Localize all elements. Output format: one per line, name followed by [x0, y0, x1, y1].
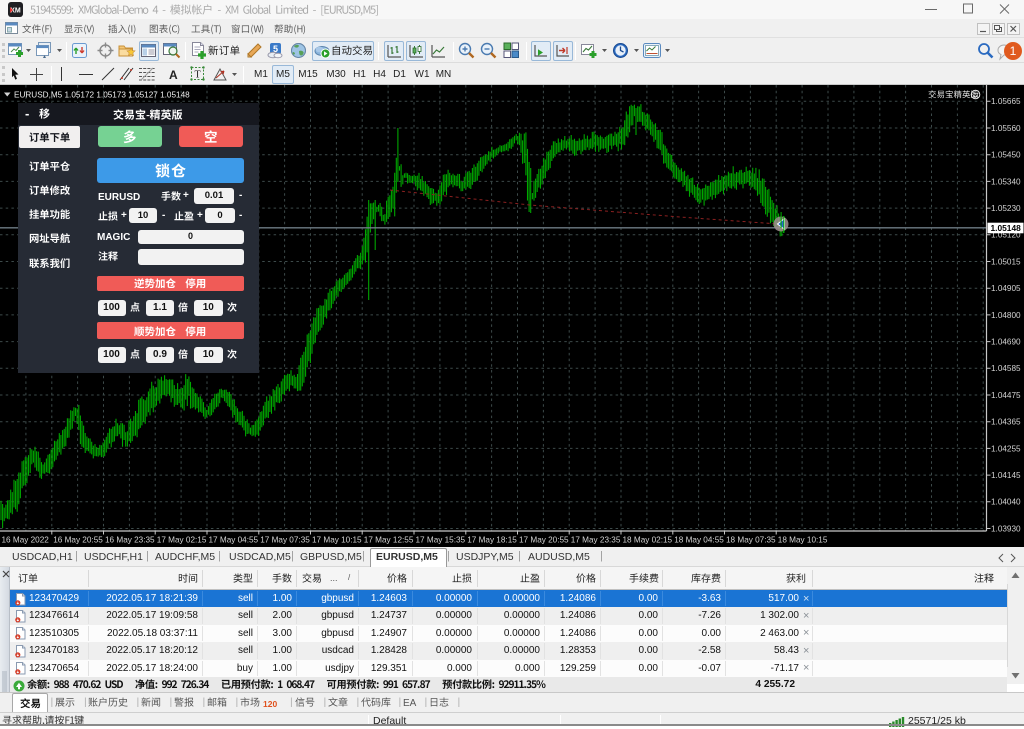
- svg-text:1.05665: 1.05665: [991, 97, 1021, 106]
- svg-text:18 May 10:15: 18 May 10:15: [778, 536, 828, 545]
- svg-text:1.05230: 1.05230: [991, 204, 1021, 213]
- svg-text:17 May 02:15: 17 May 02:15: [157, 536, 207, 545]
- svg-text:1.05450: 1.05450: [991, 151, 1021, 160]
- svg-text:16 May 2022: 16 May 2022: [2, 536, 50, 545]
- svg-text:1.05560: 1.05560: [991, 124, 1021, 133]
- svg-text:1.04475: 1.04475: [991, 391, 1021, 400]
- svg-text:1: 1: [1010, 44, 1017, 58]
- svg-text:17 May 20:55: 17 May 20:55: [519, 536, 569, 545]
- svg-text:1.03930: 1.03930: [991, 524, 1021, 533]
- svg-text:T: T: [194, 70, 200, 81]
- svg-text:16 May 20:55: 16 May 20:55: [53, 536, 103, 545]
- svg-text:17 May 23:35: 17 May 23:35: [571, 536, 621, 545]
- svg-text:1.05340: 1.05340: [991, 177, 1021, 186]
- svg-text:18 May 02:15: 18 May 02:15: [623, 536, 673, 545]
- svg-text:1.04585: 1.04585: [991, 364, 1021, 373]
- svg-text:1.04690: 1.04690: [991, 338, 1021, 347]
- svg-text:1.04145: 1.04145: [991, 471, 1021, 480]
- svg-text:17 May 15:35: 17 May 15:35: [416, 536, 466, 545]
- svg-text:17 May 07:35: 17 May 07:35: [260, 536, 310, 545]
- svg-text:1.04040: 1.04040: [991, 498, 1021, 507]
- svg-text:17 May 18:15: 17 May 18:15: [467, 536, 517, 545]
- svg-text:1.04365: 1.04365: [991, 418, 1021, 427]
- svg-text:1.05015: 1.05015: [991, 257, 1021, 266]
- svg-text:EURUSD,M5 1.05172 1.05173 1.0: EURUSD,M5 1.05172 1.05173 1.05127 1.0514…: [14, 91, 190, 100]
- svg-text:17 May 10:15: 17 May 10:15: [312, 536, 362, 545]
- svg-text:18 May 04:55: 18 May 04:55: [674, 536, 724, 545]
- svg-text:1.04800: 1.04800: [991, 311, 1021, 320]
- svg-text:17 May 12:55: 17 May 12:55: [364, 536, 414, 545]
- svg-text:1.05148: 1.05148: [991, 223, 1022, 233]
- svg-text:16 May 23:35: 16 May 23:35: [105, 536, 155, 545]
- svg-text:17 May 04:55: 17 May 04:55: [209, 536, 259, 545]
- svg-text:1.04905: 1.04905: [991, 284, 1021, 293]
- svg-text:1.04255: 1.04255: [991, 444, 1021, 453]
- svg-text:18 May 07:35: 18 May 07:35: [726, 536, 776, 545]
